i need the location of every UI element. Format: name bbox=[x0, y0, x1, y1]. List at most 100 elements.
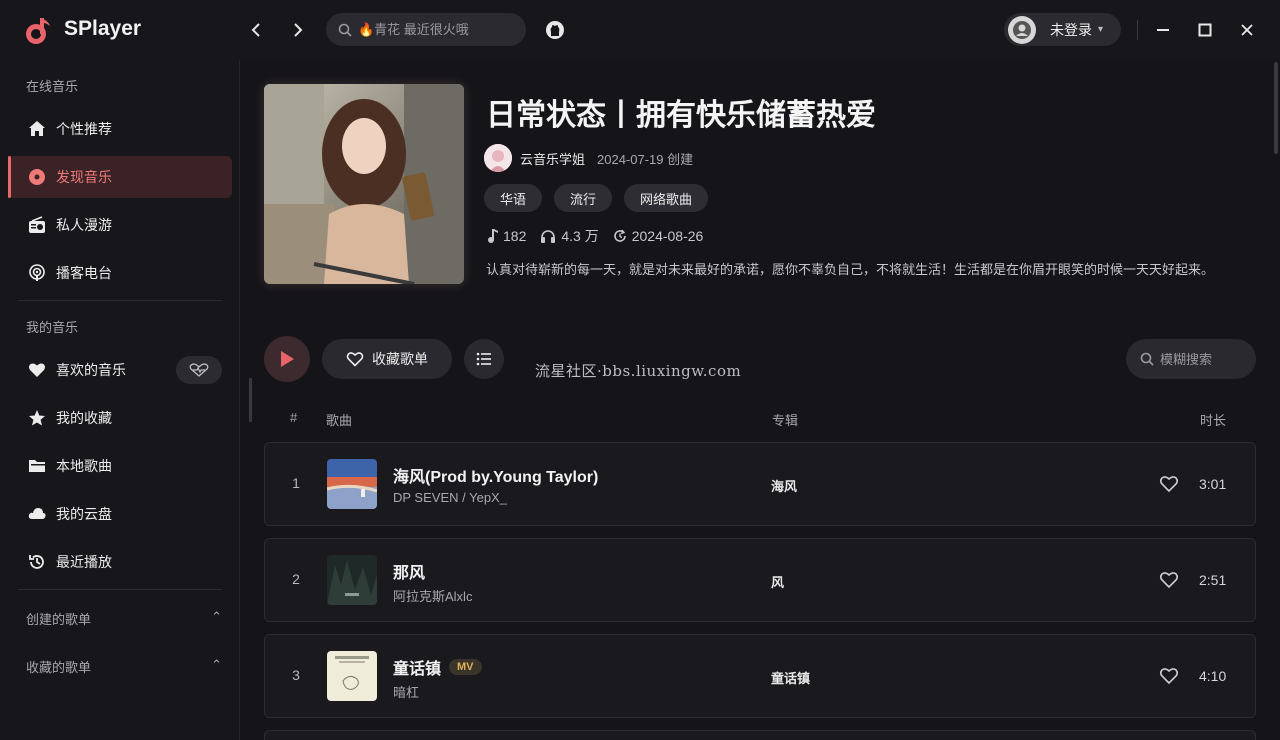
playlist-cover bbox=[264, 84, 464, 284]
creator-name[interactable]: 云音乐学姐 bbox=[520, 149, 585, 168]
disc-icon bbox=[27, 167, 47, 187]
update-date-value: 2024-08-26 bbox=[631, 228, 704, 244]
chevron-up-icon: ⌃ bbox=[211, 657, 222, 672]
search-icon bbox=[338, 23, 352, 37]
sidebar: 在线音乐 个性推荐 发现音乐 私人漫游 播客电台 我的音乐 喜欢的音乐 我的收藏… bbox=[0, 60, 240, 740]
row-index: 1 bbox=[292, 475, 300, 491]
sidebar-item-label: 私人漫游 bbox=[56, 217, 112, 233]
home-icon bbox=[27, 119, 47, 139]
search-input[interactable] bbox=[358, 22, 518, 37]
history-icon bbox=[27, 552, 47, 572]
collected-playlists-label: 收藏的歌单 bbox=[26, 660, 92, 675]
sidebar-item-personal-fm[interactable]: 私人漫游 bbox=[8, 204, 232, 246]
table-row[interactable]: 1 海风(Prod by.Young Taylor) DP SEVEN / Ye… bbox=[264, 442, 1256, 526]
like-heart-icon[interactable] bbox=[1159, 474, 1179, 494]
sidebar-item-label: 本地歌曲 bbox=[56, 458, 112, 474]
sidebar-item-cloud[interactable]: 我的云盘 bbox=[8, 493, 232, 535]
sidebar-item-recommend[interactable]: 个性推荐 bbox=[8, 108, 232, 150]
playlist-creator[interactable]: 云音乐学姐 2024-07-19 创建 bbox=[484, 144, 693, 172]
song-artist[interactable]: DP SEVEN / YepX_ bbox=[393, 490, 507, 505]
forward-arrow-icon[interactable] bbox=[287, 20, 307, 40]
sidebar-item-collection[interactable]: 我的收藏 bbox=[8, 397, 232, 439]
close-icon[interactable] bbox=[1237, 20, 1257, 40]
fuzzy-search-box[interactable] bbox=[1126, 339, 1256, 379]
sidebar-item-label: 我的收藏 bbox=[56, 410, 112, 426]
sidebar-item-local[interactable]: 本地歌曲 bbox=[8, 445, 232, 487]
tag[interactable]: 网络歌曲 bbox=[624, 184, 709, 212]
created-date: 2024-07-19 创建 bbox=[597, 151, 694, 167]
table-header: # 歌曲 专辑 时长 bbox=[264, 410, 1256, 430]
search-box[interactable] bbox=[326, 13, 526, 46]
divider bbox=[1137, 20, 1138, 40]
song-duration: 3:01 bbox=[1199, 476, 1227, 492]
list-icon bbox=[476, 352, 491, 366]
header-duration: 时长 bbox=[1200, 413, 1227, 428]
cloud-icon bbox=[27, 504, 47, 524]
heart-icon bbox=[27, 360, 47, 380]
sidebar-item-recent[interactable]: 最近播放 bbox=[8, 541, 232, 583]
row-index: 3 bbox=[292, 667, 300, 683]
song-duration: 2:51 bbox=[1199, 572, 1227, 588]
table-row[interactable] bbox=[264, 730, 1256, 740]
back-arrow-icon[interactable] bbox=[247, 20, 267, 40]
table-row[interactable]: 3 童话镇 MV 暗杠 童话镇 4:10 bbox=[264, 634, 1256, 718]
song-title[interactable]: 童话镇 MV bbox=[393, 655, 482, 679]
like-heart-icon[interactable] bbox=[1159, 570, 1179, 590]
like-heart-icon[interactable] bbox=[1159, 666, 1179, 686]
album-cover[interactable] bbox=[327, 555, 377, 605]
song-album[interactable]: 童话镇 bbox=[771, 668, 810, 687]
tag[interactable]: 华语 bbox=[484, 184, 543, 212]
chevron-up-icon: ⌃ bbox=[211, 609, 222, 624]
fuzzy-search-input[interactable] bbox=[1160, 351, 1250, 367]
folder-icon bbox=[27, 456, 47, 476]
song-title[interactable]: 海风(Prod by.Young Taylor) bbox=[393, 463, 598, 487]
playlist-detail: 日常状态丨拥有快乐储蓄热爱 云音乐学姐 2024-07-19 创建 华语 流行 … bbox=[240, 60, 1280, 740]
song-album[interactable]: 风 bbox=[771, 572, 784, 591]
collected-playlists-toggle[interactable]: 收藏的歌单 ⌃ bbox=[26, 657, 222, 676]
play-all-button[interactable] bbox=[264, 336, 310, 382]
song-title[interactable]: 那风 bbox=[393, 559, 425, 583]
heartbeat-icon bbox=[189, 363, 209, 377]
heartbeat-mode-button[interactable] bbox=[176, 356, 222, 384]
user-name: 未登录 bbox=[1050, 21, 1092, 38]
song-artist[interactable]: 阿拉克斯Alxlc bbox=[393, 586, 472, 605]
app-name: SPlayer bbox=[64, 17, 142, 40]
tag[interactable]: 流行 bbox=[554, 184, 613, 212]
sidebar-item-label: 我的云盘 bbox=[56, 506, 112, 522]
section-title-online: 在线音乐 bbox=[26, 79, 79, 94]
main-scrollbar[interactable] bbox=[1274, 62, 1278, 154]
app-logo-icon bbox=[26, 18, 50, 44]
headphones-icon bbox=[541, 230, 556, 243]
playlist-title: 日常状态丨拥有快乐储蓄热爱 bbox=[486, 99, 876, 132]
refresh-icon bbox=[613, 229, 626, 242]
play-icon bbox=[281, 351, 294, 367]
collect-playlist-button[interactable]: 收藏歌单 bbox=[322, 339, 452, 379]
podcast-icon bbox=[27, 263, 47, 283]
more-options-button[interactable] bbox=[464, 339, 504, 379]
song-duration: 4:10 bbox=[1199, 668, 1227, 684]
created-playlists-toggle[interactable]: 创建的歌单 ⌃ bbox=[26, 609, 222, 628]
github-icon[interactable] bbox=[545, 20, 565, 40]
heart-outline-icon bbox=[346, 352, 364, 367]
creator-avatar[interactable] bbox=[484, 144, 512, 172]
created-playlists-label: 创建的歌单 bbox=[26, 612, 92, 627]
radio-icon bbox=[27, 215, 47, 235]
maximize-icon[interactable] bbox=[1195, 20, 1215, 40]
sidebar-item-discover[interactable]: 发现音乐 bbox=[8, 156, 232, 198]
sidebar-item-podcast[interactable]: 播客电台 bbox=[8, 252, 232, 294]
minimize-icon[interactable] bbox=[1153, 20, 1173, 40]
album-cover[interactable] bbox=[327, 651, 377, 701]
star-icon bbox=[27, 408, 47, 428]
song-artist[interactable]: 暗杠 bbox=[393, 682, 419, 701]
play-count-value: 4.3 万 bbox=[561, 228, 599, 244]
mv-badge[interactable]: MV bbox=[449, 659, 482, 675]
album-cover[interactable] bbox=[327, 459, 377, 509]
playlist-tags: 华语 流行 网络歌曲 bbox=[484, 184, 709, 212]
song-album[interactable]: 海风 bbox=[771, 476, 797, 495]
table-row[interactable]: 2 那风 阿拉克斯Alxlc 风 2:51 bbox=[264, 538, 1256, 622]
user-login-menu[interactable]: 未登录 ▾ bbox=[1004, 13, 1121, 46]
playlist-description[interactable]: 认真对待崭新的每一天，就是对未来最好的承诺，愿你不辜负自己，不将就生活！生活都是… bbox=[486, 258, 1256, 281]
header-index: # bbox=[290, 410, 298, 425]
track-count-value: 182 bbox=[503, 228, 527, 244]
header-album: 专辑 bbox=[772, 413, 799, 428]
